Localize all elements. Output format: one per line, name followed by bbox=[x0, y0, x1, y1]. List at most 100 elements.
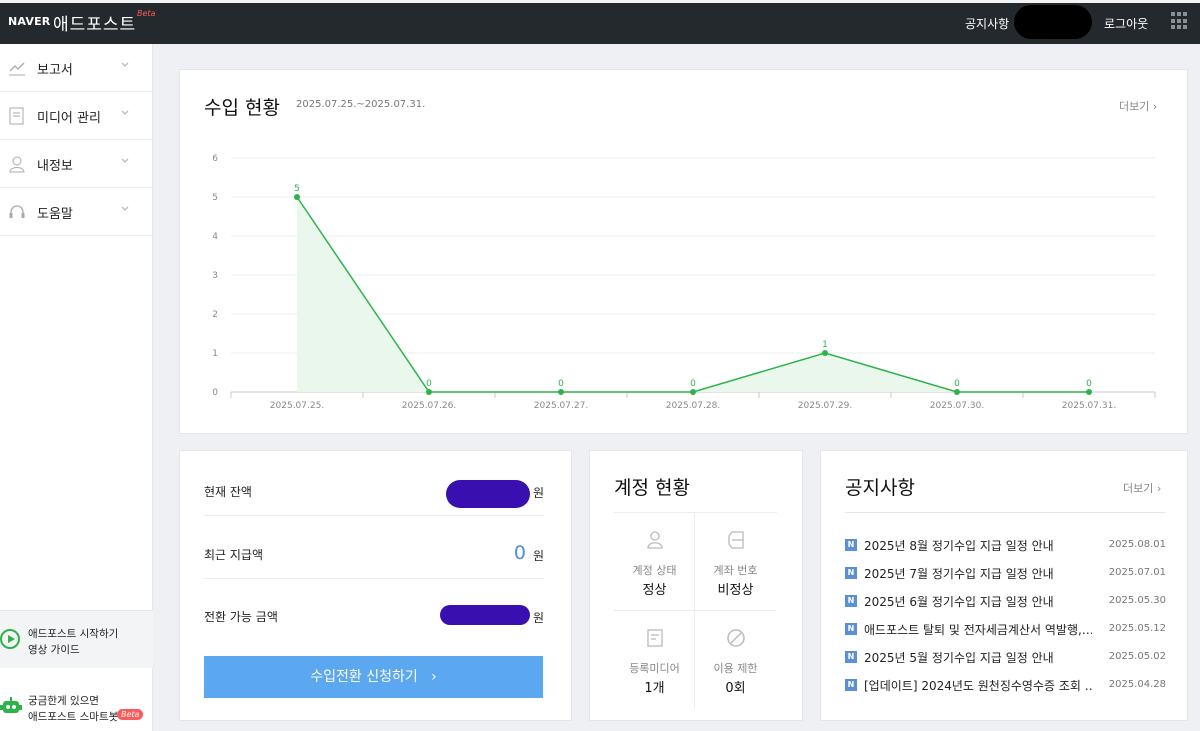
current-balance-row: 현재 잔액 원 bbox=[204, 454, 544, 516]
notice-item-date: 2025.08.01 bbox=[1108, 539, 1166, 550]
smartbot-subtitle: 애드포스트 스마트봇 bbox=[28, 711, 119, 723]
notice-item-date: 2025.05.30 bbox=[1108, 595, 1166, 606]
smartbot-banner[interactable]: 궁금한게 있으면 애드포스트 스마트봇 Beta bbox=[0, 684, 153, 731]
new-badge-icon: N bbox=[845, 567, 857, 579]
logout-link[interactable]: 로그아웃 bbox=[1104, 15, 1148, 32]
top-notice-link[interactable]: 공지사항 bbox=[965, 15, 1009, 32]
person-icon bbox=[9, 156, 25, 173]
sidebar-item-label: 보고서 bbox=[37, 63, 73, 78]
new-badge-icon: N bbox=[845, 651, 857, 663]
notice-item-title[interactable]: 2025년 5월 정기수입 지급 일정 안내 bbox=[864, 649, 1092, 666]
data-point bbox=[426, 389, 432, 395]
recent-payment-row: 최근 지급액 0 원 bbox=[204, 517, 544, 579]
notice-item[interactable]: N 2025년 6월 정기수입 지급 일정 안내 2025.05.30 bbox=[845, 593, 1166, 609]
guide-title: 애드포스트 시작하기 bbox=[28, 628, 119, 640]
person-outline-icon bbox=[647, 531, 663, 549]
current-balance-redacted bbox=[446, 480, 530, 508]
notice-item-date: 2025.04.28 bbox=[1108, 679, 1166, 690]
data-label: 0 bbox=[954, 379, 960, 389]
bankbook-icon bbox=[728, 531, 744, 549]
new-badge-icon: N bbox=[845, 679, 857, 691]
x-tick-label: 2025.07.29. bbox=[798, 401, 852, 411]
report-chart-icon bbox=[9, 62, 25, 76]
account-status-value: 정상 bbox=[642, 583, 667, 598]
data-point bbox=[822, 350, 828, 356]
chevron-down-icon bbox=[121, 206, 129, 211]
sidebar-item-report[interactable]: 보고서 bbox=[0, 44, 152, 92]
notice-item[interactable]: N 2025년 8월 정기수입 지급 일정 안내 2025.08.01 bbox=[845, 537, 1166, 553]
data-label: 0 bbox=[426, 379, 432, 389]
sidebar-item-label: 도움말 bbox=[37, 207, 73, 222]
current-balance-unit: 원 bbox=[532, 486, 544, 500]
sidebar-item-media[interactable]: 미디어 관리 bbox=[0, 92, 152, 140]
sidebar-item-help[interactable]: 도움말 bbox=[0, 188, 152, 236]
data-label: 0 bbox=[558, 379, 564, 389]
y-tick-label: 5 bbox=[212, 193, 218, 203]
notice-item-title[interactable]: 2025년 7월 정기수입 지급 일정 안내 bbox=[864, 565, 1092, 582]
smartbot-beta-badge: Beta bbox=[117, 709, 144, 720]
chevron-down-icon bbox=[121, 62, 129, 67]
notice-item[interactable]: N 2025년 5월 정기수입 지급 일정 안내 2025.05.02 bbox=[845, 649, 1166, 665]
play-icon bbox=[0, 629, 20, 649]
robot-icon bbox=[0, 697, 22, 713]
data-point bbox=[1086, 389, 1092, 395]
balance-card: 현재 잔액 원 최근 지급액 0 원 전환 가능 금액 원 수입전환 신청하기 … bbox=[179, 450, 572, 721]
y-tick-label: 6 bbox=[212, 154, 218, 164]
naver-logo[interactable]: NAVER bbox=[8, 15, 50, 28]
chevron-right-icon: › bbox=[431, 669, 437, 685]
convertible-amount-row: 전환 가능 금액 원 bbox=[204, 579, 544, 641]
account-status-cell: 계정 상태 정상 bbox=[614, 513, 695, 611]
apps-grid-icon[interactable] bbox=[1171, 12, 1189, 30]
notice-item-title[interactable]: [업데이트] 2024년도 원천징수영수증 조회 … bbox=[864, 677, 1092, 694]
y-tick-label: 2 bbox=[212, 310, 218, 320]
notice-title: 공지사항 bbox=[845, 477, 915, 499]
account-status-label: 계정 상태 bbox=[632, 564, 677, 577]
notice-item-date: 2025.05.02 bbox=[1108, 651, 1166, 662]
adpost-logo-title[interactable]: 애드포스트 bbox=[53, 10, 136, 35]
sidebar-item-label: 내정보 bbox=[37, 159, 73, 174]
top-bar: NAVER 애드포스트 Beta 공지사항 로그아웃 bbox=[0, 0, 1200, 44]
notice-item[interactable]: N 애드포스트 탈퇴 및 전자세금계산서 역발행,… 2025.05.12 bbox=[845, 621, 1166, 637]
chevron-down-icon bbox=[121, 110, 129, 115]
user-name-redacted[interactable] bbox=[1014, 5, 1092, 39]
x-tick-label: 2025.07.26. bbox=[402, 401, 456, 411]
account-number-label: 계좌 번호 bbox=[713, 564, 758, 577]
recent-payment-label: 최근 지급액 bbox=[204, 548, 264, 562]
notice-more-link[interactable]: 더보기 › bbox=[1123, 480, 1161, 496]
media-doc-icon bbox=[9, 107, 24, 125]
data-label: 0 bbox=[690, 379, 696, 389]
notice-item-date: 2025.07.01 bbox=[1108, 567, 1166, 578]
usage-restriction-cell: 이용 제한 0회 bbox=[695, 611, 776, 709]
x-tick-label: 2025.07.31. bbox=[1062, 401, 1116, 411]
notice-item-title[interactable]: 2025년 8월 정기수입 지급 일정 안내 bbox=[864, 537, 1092, 554]
sidebar-item-myinfo[interactable]: 내정보 bbox=[0, 140, 152, 188]
x-tick-label: 2025.07.28. bbox=[666, 401, 720, 411]
y-tick-label: 4 bbox=[212, 232, 218, 242]
notice-item[interactable]: N 2025년 7월 정기수입 지급 일정 안내 2025.07.01 bbox=[845, 565, 1166, 581]
notice-item-date: 2025.05.12 bbox=[1108, 623, 1166, 634]
notice-item-title[interactable]: 애드포스트 탈퇴 및 전자세금계산서 역발행,… bbox=[864, 621, 1092, 638]
usage-restriction-value: 0회 bbox=[725, 681, 746, 696]
account-title: 계정 현황 bbox=[614, 477, 690, 499]
start-guide-video-banner[interactable]: 애드포스트 시작하기 영상 가이드 bbox=[0, 610, 153, 668]
account-status-card: 계정 현황 계정 상태 정상 계좌 번호 비정상 등록미디어 1개 이용 제한 … bbox=[589, 450, 803, 721]
apply-income-conversion-button[interactable]: 수입전환 신청하기 › bbox=[204, 656, 543, 698]
notice-item-title[interactable]: 2025년 6월 정기수입 지급 일정 안내 bbox=[864, 593, 1092, 610]
y-tick-label: 0 bbox=[212, 388, 218, 398]
convertible-amount-label: 전환 가능 금액 bbox=[204, 610, 278, 624]
sidebar: 보고서 미디어 관리 내정보 도움말 애드포스트 시작하기 영상 가이드 궁금한… bbox=[0, 44, 153, 731]
data-point bbox=[294, 194, 300, 200]
data-label: 5 bbox=[294, 184, 300, 194]
registered-media-cell: 등록미디어 1개 bbox=[614, 611, 695, 709]
data-point bbox=[954, 389, 960, 395]
data-label: 1 bbox=[822, 340, 828, 350]
recent-payment-unit: 원 bbox=[532, 549, 544, 563]
current-balance-label: 현재 잔액 bbox=[204, 485, 252, 499]
notice-item[interactable]: N [업데이트] 2024년도 원천징수영수증 조회 … 2025.04.28 bbox=[845, 677, 1166, 693]
convertible-amount-redacted bbox=[440, 605, 530, 625]
income-status-card: 수입 현황 2025.07.25.~2025.07.31. 더보기 › 0123… bbox=[179, 69, 1188, 434]
beta-badge: Beta bbox=[137, 9, 156, 18]
convertible-amount-unit: 원 bbox=[532, 611, 544, 625]
prohibited-icon bbox=[727, 629, 745, 647]
account-status-grid: 계정 상태 정상 계좌 번호 비정상 등록미디어 1개 이용 제한 0회 bbox=[614, 512, 777, 709]
